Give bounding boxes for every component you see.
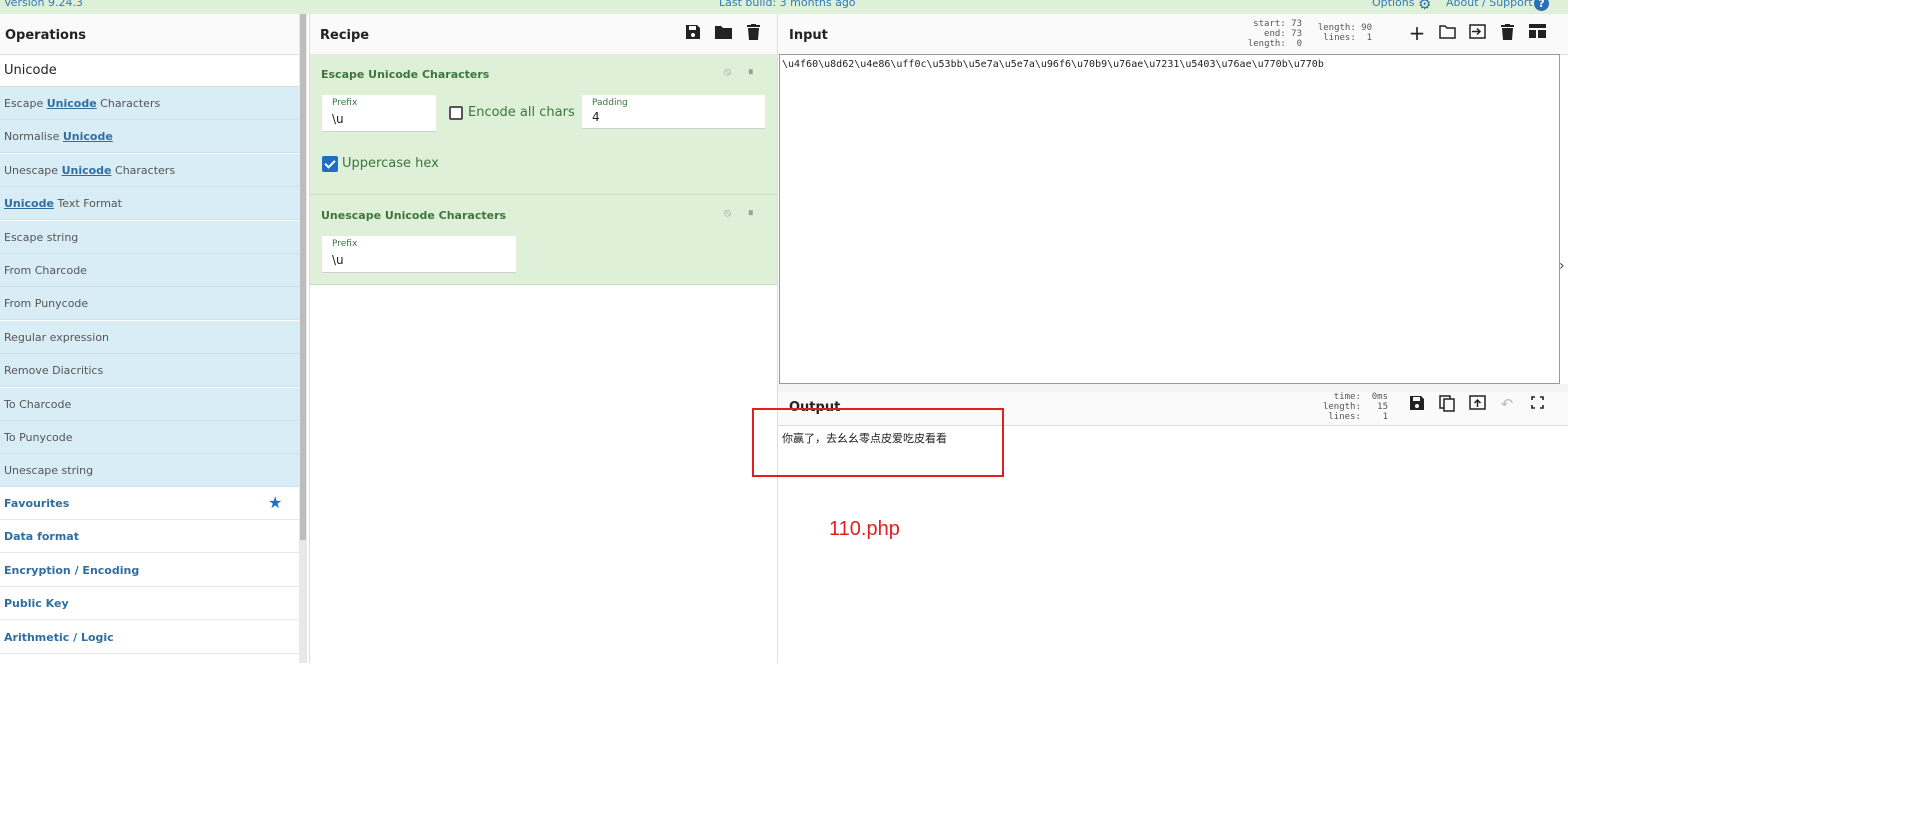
- open-file-input-icon[interactable]: [1468, 24, 1486, 42]
- category-item[interactable]: Public Key: [0, 587, 299, 621]
- clear-input-trash-icon[interactable]: [1498, 24, 1516, 42]
- prefix-value: \u: [332, 112, 344, 126]
- operation-item[interactable]: To Charcode: [0, 387, 299, 421]
- category-item-label: Public Key: [4, 597, 69, 611]
- disable-op-icon[interactable]: ⦸: [724, 206, 731, 220]
- operation-item[interactable]: Unescape Unicode Characters: [0, 153, 299, 187]
- padding-value: 4: [592, 110, 600, 124]
- recipe-op-unescape-unicode[interactable]: Unescape Unicode Characters ⦸ ⏸ Prefix \…: [310, 195, 777, 285]
- output-highlight-box: [752, 408, 1004, 477]
- maximise-output-icon[interactable]: [1528, 395, 1546, 413]
- chevron-right-icon[interactable]: ›: [1559, 258, 1565, 274]
- copy-output-icon[interactable]: [1438, 395, 1456, 413]
- breakpoint-icon[interactable]: ⏸: [748, 206, 754, 220]
- undo-icon[interactable]: ↶: [1498, 395, 1516, 413]
- category-item-label: Favourites: [4, 497, 70, 510]
- top-banner: Version 9.24.3 Last build: 3 months ago …: [0, 0, 1568, 14]
- operation-item[interactable]: Unescape string: [0, 454, 299, 488]
- breakpoint-icon[interactable]: ⏸: [748, 65, 754, 79]
- operation-item[interactable]: Normalise Unicode: [0, 120, 299, 154]
- input-text: \u4f60\u8d62\u4e86\uff0c\u53bb\u5e7a\u5e…: [782, 59, 1324, 70]
- input-length-stats: length: 90 lines: 1: [1317, 23, 1372, 43]
- input-title: Input: [789, 28, 828, 43]
- options-link[interactable]: Options: [1372, 0, 1414, 9]
- op-title: Escape Unicode Characters: [321, 68, 490, 81]
- recipe-panel: Recipe Escape Unicode Characters ⦸ ⏸ Pre…: [309, 14, 778, 663]
- operation-item-label: Unescape string: [4, 464, 94, 478]
- clear-recipe-trash-icon[interactable]: [744, 24, 762, 42]
- operation-item-label: Escape Unicode Characters: [4, 97, 161, 110]
- operation-item-label: To Charcode: [4, 397, 72, 411]
- replace-input-with-output-icon[interactable]: [1468, 395, 1486, 413]
- operations-scrollbar-thumb[interactable]: [300, 14, 306, 540]
- operation-item-label: Normalise Unicode: [4, 130, 113, 144]
- operation-item-label: Remove Diacritics: [4, 364, 104, 378]
- operation-item-label: Escape string: [4, 230, 79, 244]
- last-build-label: Last build: 3 months ago: [719, 0, 856, 9]
- help-icon[interactable]: ?: [1534, 0, 1549, 11]
- category-item[interactable]: Data format: [0, 520, 299, 554]
- search-value: Unicode: [4, 63, 57, 78]
- gear-icon[interactable]: ⚙: [1418, 0, 1431, 13]
- open-file-folder-icon[interactable]: [1438, 24, 1456, 42]
- op-title: Unescape Unicode Characters: [321, 209, 507, 222]
- operation-item-label: Unicode Text Format: [4, 197, 122, 211]
- category-item[interactable]: Encryption / Encoding: [0, 553, 299, 587]
- encode-all-checkbox[interactable]: [449, 106, 463, 120]
- operation-item[interactable]: Regular expression: [0, 320, 299, 354]
- operation-item-label: From Charcode: [4, 264, 87, 277]
- recipe-header: Recipe: [310, 14, 777, 55]
- prefix-label: Prefix: [332, 239, 358, 249]
- annotation-filename: 110.php: [829, 518, 900, 540]
- operations-panel: Operations Unicode Escape Unicode Charac…: [0, 14, 299, 663]
- reset-layout-icon[interactable]: [1528, 24, 1546, 42]
- add-input-tab-icon[interactable]: +: [1408, 23, 1426, 43]
- recipe-op-escape-unicode[interactable]: Escape Unicode Characters ⦸ ⏸ Prefix \u …: [310, 54, 777, 195]
- category-item-label: Data format: [4, 530, 79, 544]
- operation-item[interactable]: To Punycode: [0, 421, 299, 454]
- category-item-label: Encryption / Encoding: [4, 563, 140, 577]
- category-item[interactable]: Favourites: [0, 487, 299, 520]
- version-label: Version 9.24.3: [4, 0, 83, 9]
- operation-item-label: From Punycode: [4, 297, 89, 311]
- load-recipe-folder-icon[interactable]: [714, 24, 732, 42]
- operation-item[interactable]: From Punycode: [0, 287, 299, 321]
- uppercase-hex-checkbox[interactable]: [322, 156, 338, 172]
- padding-field[interactable]: Padding 4: [582, 95, 765, 129]
- about-support-link[interactable]: About / Support: [1446, 0, 1533, 9]
- star-icon[interactable]: ★: [268, 493, 282, 512]
- operation-item[interactable]: Escape string: [0, 220, 299, 254]
- operation-item-label: Regular expression: [4, 330, 110, 344]
- encode-all-label: Encode all chars: [468, 105, 575, 120]
- prefix-label: Prefix: [332, 98, 358, 108]
- operation-item[interactable]: Unicode Text Format: [0, 187, 299, 221]
- operation-item-label: Unescape Unicode Characters: [4, 163, 176, 177]
- operation-item[interactable]: From Charcode: [0, 254, 299, 287]
- save-output-icon[interactable]: [1408, 395, 1426, 413]
- operation-item-label: To Punycode: [4, 431, 73, 444]
- io-panel: Input start: 73 end: 73 length: 0 length…: [778, 14, 1568, 663]
- operations-header: Operations: [0, 14, 299, 55]
- operation-item[interactable]: Remove Diacritics: [0, 354, 299, 388]
- input-header: Input start: 73 end: 73 length: 0 length…: [778, 14, 1568, 55]
- category-item[interactable]: Arithmetic / Logic: [0, 620, 299, 654]
- prefix-value: \u: [332, 253, 344, 267]
- disable-op-icon[interactable]: ⦸: [724, 65, 731, 79]
- operation-item[interactable]: Escape Unicode Characters: [0, 87, 299, 120]
- operations-title: Operations: [5, 28, 86, 43]
- input-textarea[interactable]: \u4f60\u8d62\u4e86\uff0c\u53bb\u5e7a\u5e…: [779, 54, 1560, 384]
- save-recipe-icon[interactable]: [684, 24, 702, 42]
- io-resize-handle[interactable]: [778, 384, 1568, 392]
- uppercase-hex-label: Uppercase hex: [342, 156, 439, 171]
- padding-label: Padding: [592, 98, 628, 108]
- output-stats: time: 0ms length: 15 lines: 1: [1322, 392, 1388, 422]
- input-selection-stats: start: 73 end: 73 length: 0: [1247, 19, 1302, 49]
- prefix-field[interactable]: Prefix \u: [322, 236, 516, 273]
- prefix-field[interactable]: Prefix \u: [322, 95, 436, 132]
- operations-search-input[interactable]: Unicode: [0, 55, 299, 87]
- recipe-title: Recipe: [320, 28, 370, 43]
- category-item-label: Arithmetic / Logic: [4, 630, 114, 644]
